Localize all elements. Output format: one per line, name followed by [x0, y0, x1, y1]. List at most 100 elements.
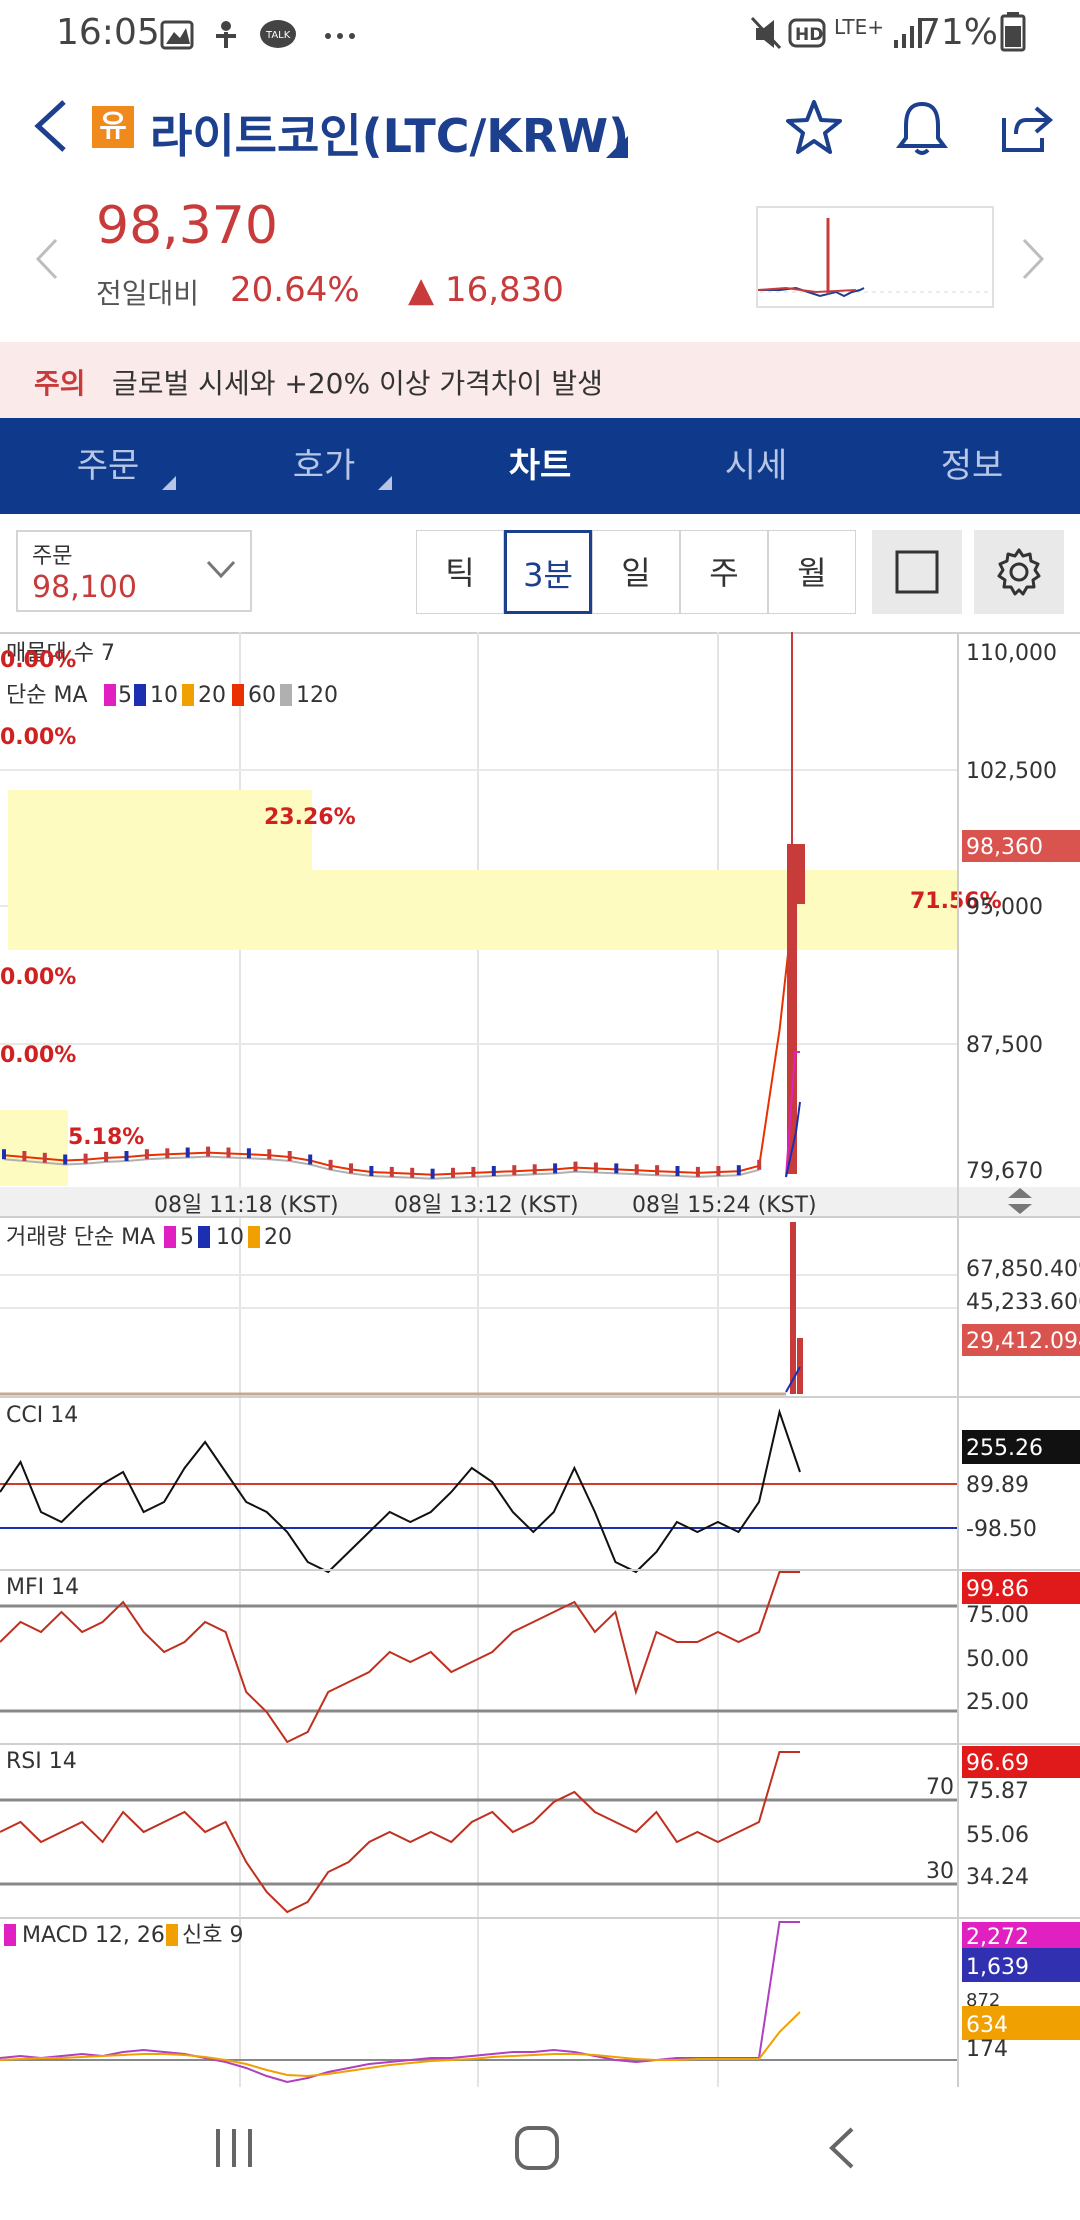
- more-icon: [325, 33, 331, 39]
- tab-orderbook[interactable]: 호가: [216, 418, 432, 514]
- ma-legend-label: 단순 MA: [6, 683, 88, 708]
- rsi-level: 75.87: [966, 1779, 1029, 1804]
- mfi-line: [0, 1571, 800, 1744]
- candle: [695, 1166, 700, 1177]
- tab-info[interactable]: 정보: [864, 418, 1080, 514]
- current-price-marker: 98,360: [966, 835, 1043, 860]
- volume-bar: [790, 1222, 796, 1394]
- page-title[interactable]: 라이트코인(LTC/KRW): [150, 100, 629, 166]
- lte-label: LTE+: [834, 15, 884, 39]
- y-tick: 110,000: [966, 641, 1057, 666]
- candle: [349, 1163, 353, 1174]
- system-nav-bar: [0, 2087, 1080, 2220]
- warning-banner: 주의 글로벌 시세와 +20% 이상 가격차이 발생: [0, 342, 1080, 418]
- warning-message: 글로벌 시세와 +20% 이상 가격차이 발생: [112, 367, 603, 400]
- order-select-label: 주문: [32, 544, 73, 569]
- x-tick: 08일 13:12 (KST): [394, 1193, 579, 1218]
- candle: [369, 1166, 374, 1176]
- candle: [757, 1159, 762, 1170]
- candle: [430, 1168, 435, 1179]
- mfi-level: 50.00: [966, 1647, 1029, 1672]
- svg-text:10: 10: [216, 1225, 244, 1250]
- change-percent: 20.64%: [230, 270, 360, 310]
- star-icon[interactable]: [784, 98, 844, 158]
- svg-text:20: 20: [264, 1225, 292, 1250]
- chevron-down-icon: [206, 560, 236, 579]
- battery-icon: [1000, 12, 1026, 52]
- settings-button[interactable]: [974, 530, 1064, 614]
- tab-bar: 주문 호가 차트 시세 정보: [0, 418, 1080, 514]
- chart-toolbar: 주문 98,100 틱 3분 일 주 월: [0, 514, 1080, 632]
- back-icon[interactable]: [28, 96, 72, 156]
- volume-title: 거래량 단순 MA: [6, 1225, 155, 1250]
- rsi-guide: 70: [926, 1775, 954, 1800]
- period-tick-button[interactable]: 틱: [416, 530, 504, 614]
- period-week-button[interactable]: 주: [680, 530, 768, 614]
- back-nav-icon[interactable]: [822, 2123, 862, 2173]
- chart-canvas[interactable]: 매물대 수 7 단순 MA 5 10 20 60 120 0.00% 0.00%…: [0, 632, 1080, 2087]
- tab-chart[interactable]: 차트: [432, 418, 648, 514]
- title-dropdown-icon[interactable]: [606, 136, 630, 160]
- cci-level: -98.50: [966, 1517, 1037, 1542]
- rsi-line: [0, 1751, 800, 1914]
- candle: [655, 1165, 660, 1176]
- tab-quotes[interactable]: 시세: [648, 418, 864, 514]
- ma-legend-20: 20: [198, 683, 226, 708]
- candle: [451, 1167, 455, 1178]
- macd-signal-line: [0, 2011, 801, 2078]
- candle: [144, 1149, 149, 1160]
- candle: [532, 1164, 537, 1175]
- order-price-select[interactable]: 주문 98,100: [16, 530, 252, 612]
- candle: [675, 1166, 680, 1176]
- rsi-value: 96.69: [966, 1751, 1029, 1776]
- rsi-guide: 30: [926, 1859, 954, 1884]
- period-day-button[interactable]: 일: [592, 530, 680, 614]
- volume-profile-bar: [8, 790, 312, 870]
- candle: [410, 1167, 415, 1178]
- y-tick: 45,233.606: [966, 1290, 1080, 1315]
- y-tick: 102,500: [966, 759, 1057, 784]
- chart-area[interactable]: 매물대 수 7 단순 MA 5 10 20 60 120 0.00% 0.00%…: [0, 632, 1080, 2087]
- candle: [736, 1165, 741, 1176]
- candle: [246, 1148, 251, 1159]
- x-tick: 08일 15:24 (KST): [632, 1193, 817, 1218]
- spike-candle: [797, 844, 805, 904]
- period-month-button[interactable]: 월: [768, 530, 856, 614]
- tab-order[interactable]: 주문: [0, 418, 216, 514]
- y-tick: 79,670: [966, 1159, 1043, 1184]
- change-amount: ▲ 16,830: [408, 270, 564, 310]
- candle: [63, 1154, 68, 1165]
- y-tick: 67,850.409: [966, 1257, 1080, 1282]
- candle: [328, 1159, 333, 1170]
- y-tick: 95,000: [966, 895, 1043, 920]
- bell-icon[interactable]: [894, 98, 950, 158]
- candle: [83, 1153, 88, 1164]
- candle: [104, 1151, 109, 1162]
- recent-apps-icon[interactable]: [214, 2123, 258, 2173]
- period-3min-button[interactable]: 3분: [504, 530, 592, 614]
- next-coin-icon[interactable]: [1018, 234, 1048, 284]
- svg-text:5: 5: [180, 1225, 194, 1250]
- vp-label: 0.00%: [0, 1043, 76, 1068]
- fullscreen-button[interactable]: [872, 530, 962, 614]
- gear-icon: [997, 548, 1041, 596]
- cci-title: CCI 14: [6, 1403, 78, 1428]
- warning-label: 주의: [34, 367, 86, 400]
- share-icon[interactable]: [996, 98, 1056, 158]
- battery-text: 71%: [917, 12, 998, 53]
- mfi-level: 75.00: [966, 1603, 1029, 1628]
- candle: [226, 1147, 231, 1158]
- candle: [716, 1166, 721, 1176]
- volume-profile-bar: [0, 1110, 68, 1186]
- status-time: 16:05: [56, 12, 160, 53]
- mfi-value: 99.86: [966, 1577, 1029, 1602]
- cci-value: 255.26: [966, 1436, 1043, 1461]
- candle: [389, 1166, 394, 1177]
- candle: [124, 1151, 129, 1161]
- prev-coin-icon[interactable]: [32, 234, 62, 284]
- y-tick: 87,500: [966, 1033, 1043, 1058]
- macd-signal-label: 신호 9: [182, 1923, 243, 1948]
- mini-chart[interactable]: [756, 206, 994, 308]
- home-icon[interactable]: [512, 2123, 562, 2173]
- ma-legend-10: 10: [150, 683, 178, 708]
